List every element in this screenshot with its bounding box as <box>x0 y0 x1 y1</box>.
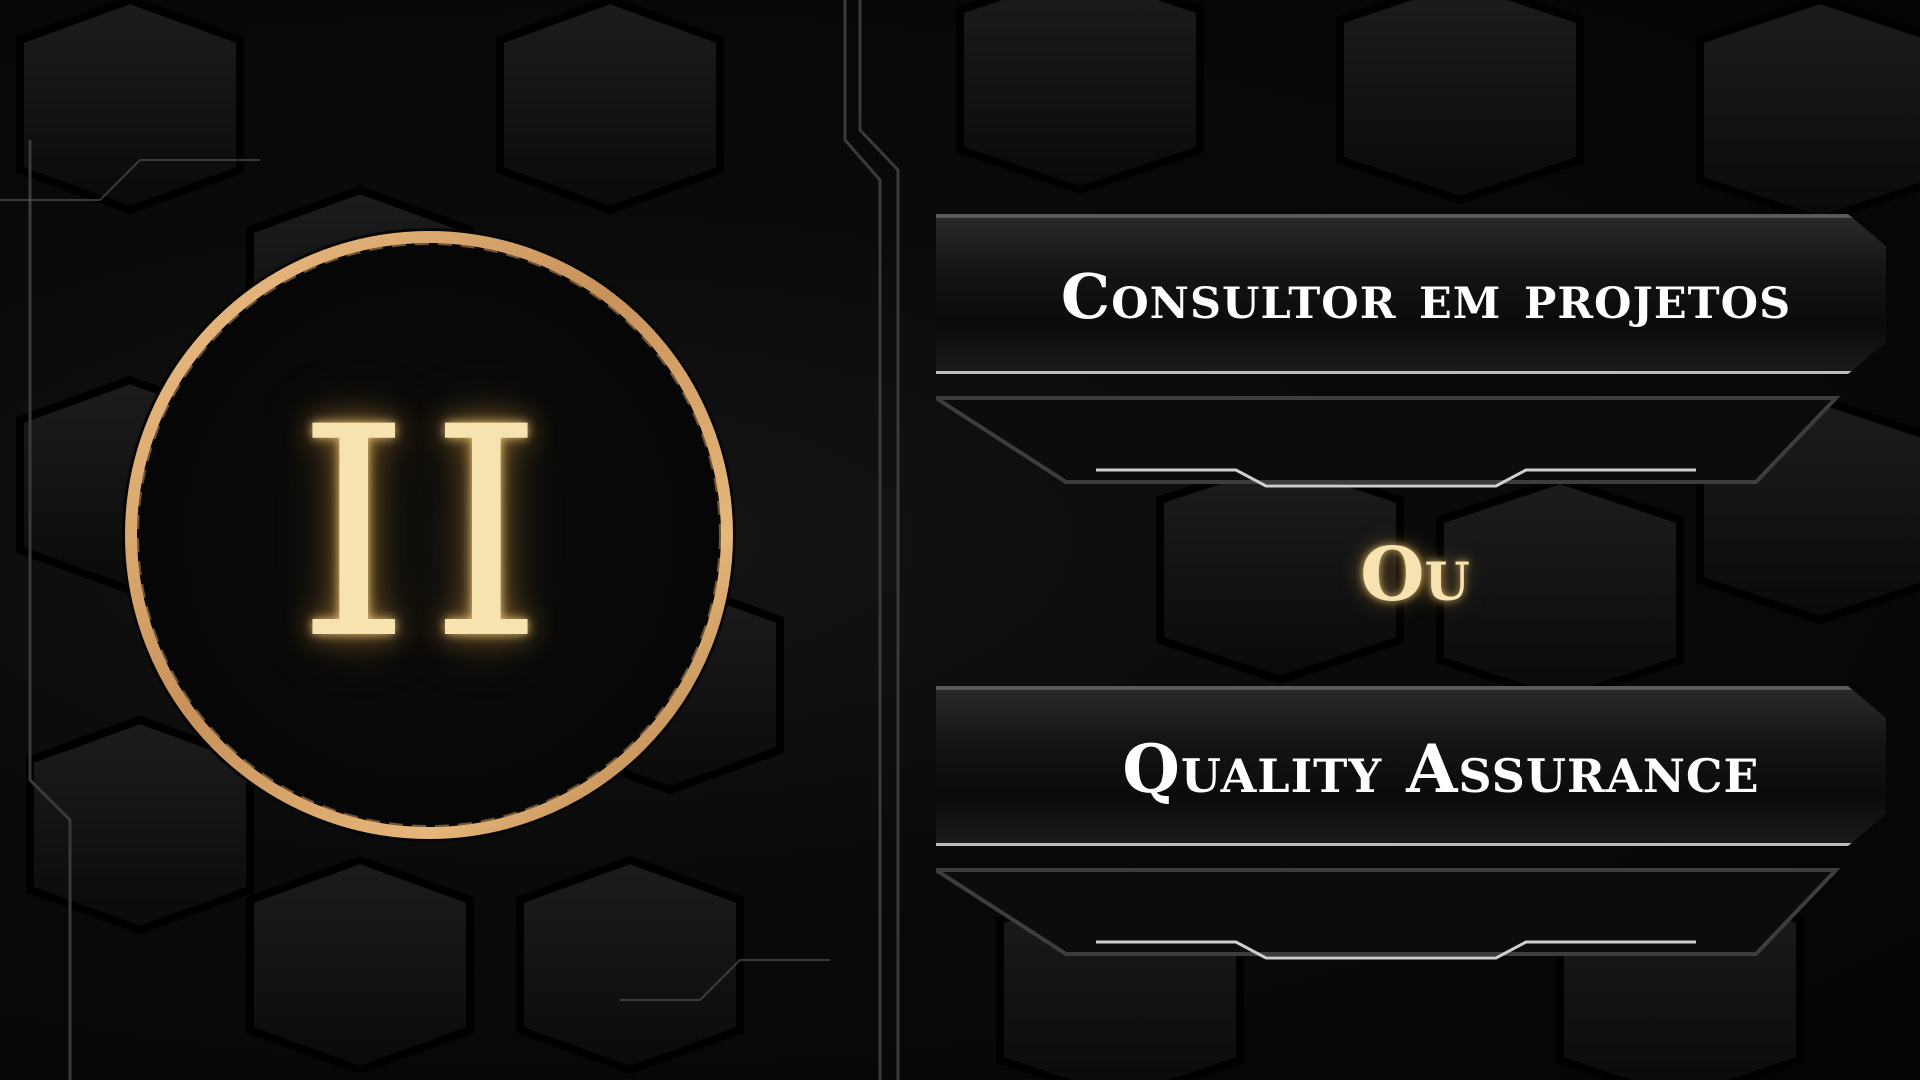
option-panel-bottom: Quality Assurance <box>936 686 1886 846</box>
option-panel-top: Consultor em projetos <box>936 214 1886 374</box>
panel-connector-top <box>936 396 1841 488</box>
roman-numeral: II <box>296 366 562 703</box>
option-one-label: Consultor em projetos <box>1060 260 1792 333</box>
separator-word: Ou <box>1360 532 1470 618</box>
slide: II Consultor em projetos Ou Quality Assu… <box>0 0 1920 1080</box>
panel-connector-bottom <box>936 868 1841 960</box>
option-two-label: Quality Assurance <box>1122 730 1760 808</box>
